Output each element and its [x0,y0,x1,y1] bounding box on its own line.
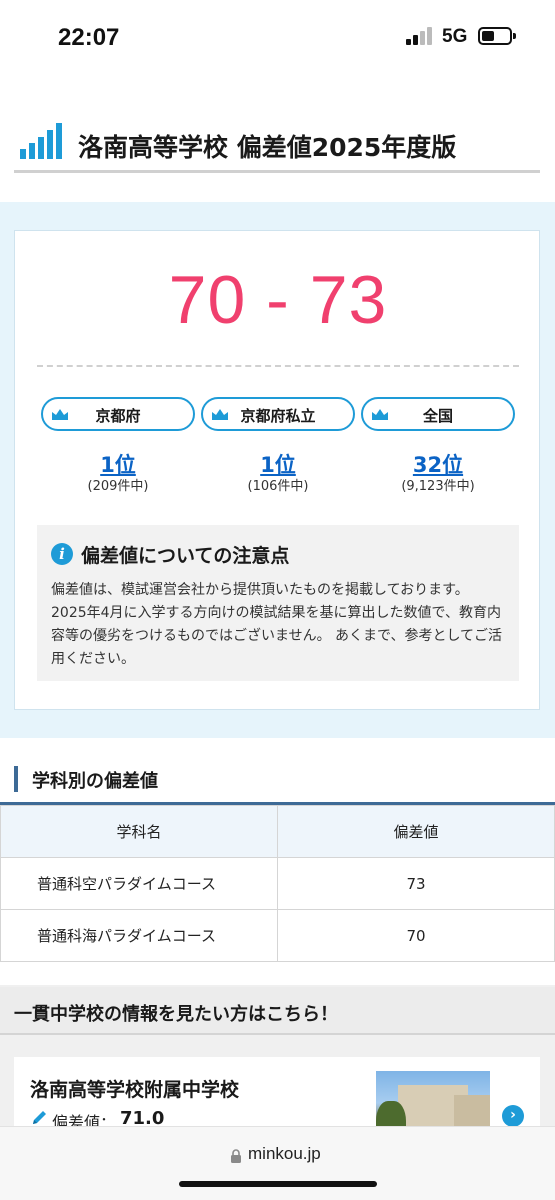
notice-title: 偏差値についての注意点 [81,545,290,567]
column-header: 学科名 [0,805,278,858]
departments-table: 学科名 偏差値 普通科空パラダイムコース 73 普通科海パラダイムコース 70 [0,805,555,962]
table-row: 普通科空パラダイムコース 73 [0,857,555,910]
rank-pill-prefecture-private: 京都府私立 [201,397,355,431]
status-bar: 22:07 5G [0,0,555,80]
bar-chart-icon [20,123,64,159]
score-panel: 70 - 73 京都府 京都府私立 全国 1位 1位 32位 (209件中) (… [0,202,555,738]
score-card: 70 - 73 京都府 京都府私立 全国 1位 1位 32位 (209件中) (… [14,230,540,710]
rank-pill-prefecture: 京都府 [41,397,195,431]
rank-count-prefecture-private: (106件中) [247,479,309,494]
departments-heading: 学科別の偏差値 [14,764,540,794]
chevron-right-icon[interactable]: › [502,1105,524,1127]
title-divider [14,170,540,173]
lock-icon [231,1149,241,1163]
junior-high-heading-text: 一貫中学校の情報を見たい方はこちら！ [14,1004,338,1025]
browser-url-bar[interactable]: minkou.jp [0,1126,555,1200]
junior-high-heading: 一貫中学校の情報を見たい方はこちら！ [0,987,555,1035]
rank-count-prefecture: (209件中) [87,479,149,494]
battery-icon [478,27,516,45]
department-deviation: 70 [277,909,555,962]
school-name[interactable]: 洛南高等学校附属中学校 [30,1075,239,1102]
rank-count-national: (9,123件中) [401,479,475,494]
rank-region-label: 京都府私立 [240,407,316,425]
url-text[interactable]: minkou.jp [248,1144,321,1164]
department-name: 普通科海パラダイムコース [0,909,278,962]
section-marker [14,766,18,792]
column-header: 偏差値 [277,805,555,858]
pencil-icon [33,1111,46,1124]
table-row: 普通科海パラダイムコース 70 [0,909,555,962]
deviation-score-range: 70 - 73 [168,262,388,338]
notice-box: i 偏差値についての注意点 偏差値は、模試運営会社から提供頂いたものを掲載してお… [37,525,519,681]
info-icon: i [51,543,73,565]
department-deviation: 73 [277,857,555,910]
status-time: 22:07 [58,24,120,51]
departments-heading-text: 学科別の偏差値 [32,771,158,792]
home-indicator[interactable] [179,1181,377,1187]
rank-pill-national: 全国 [361,397,515,431]
page-title-row: 洛南高等学校 偏差値2025年度版 [20,120,540,168]
table-header-row: 学科名 偏差値 [0,805,555,858]
rank-region-label: 京都府 [95,407,141,425]
network-label: 5G [442,26,468,47]
page: 22:07 5G 洛南高等学校 偏差値2025年度版 70 - 73 京都府 京… [0,0,555,1200]
notice-body: 偏差値は、模試運営会社から提供頂いたものを掲載しております。 2025年4月に入… [51,582,503,667]
rank-region-label: 全国 [422,407,453,425]
page-title: 洛南高等学校 偏差値2025年度版 [78,133,457,162]
signal-icon [406,27,434,45]
department-name: 普通科空パラダイムコース [0,857,278,910]
dashed-divider [37,365,519,367]
